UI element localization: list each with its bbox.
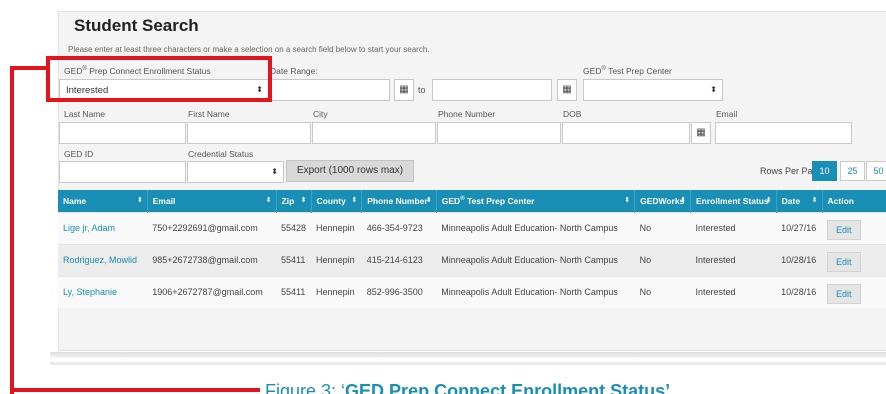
table-row: Ly, Stephanie 1906+2672787@gmail.com 554… <box>58 275 886 308</box>
cell-zip: 55411 <box>276 243 312 276</box>
cell-email: 985+2672738@gmail.com <box>147 243 277 276</box>
email-input[interactable] <box>715 122 852 144</box>
col-email[interactable]: Email ⬍ <box>147 190 277 212</box>
cell-gedworks: No <box>634 211 691 244</box>
dropdown-arrow-icon: ⬍ <box>710 85 717 94</box>
cell-email: 750+2292691@gmail.com <box>147 211 277 244</box>
edit-button[interactable]: Edit <box>827 284 861 305</box>
cell-county: Hennepin <box>311 211 362 244</box>
edit-button[interactable]: Edit <box>827 220 861 240</box>
student-name-link[interactable]: Lige jr, Adam <box>58 211 148 244</box>
cell-action: Edit <box>822 275 886 308</box>
results-table: Name ⬍ Email ⬍ Zip ⬍ County ⬍ Phone Number ⬍ … <box>58 190 886 308</box>
ged-id-input[interactable] <box>59 161 186 183</box>
credential-status-select[interactable]: ⬍ <box>187 161 284 183</box>
sort-icon: ⬍ <box>136 197 143 204</box>
table-row: Lige jr, Adam 750+2292691@gmail.com 5542… <box>58 211 886 244</box>
panel-shadow <box>50 352 886 358</box>
cell-action: Edit <box>822 211 886 244</box>
ged-id-label: GED ID <box>64 149 94 159</box>
export-button[interactable]: Export (1000 rows max) <box>286 160 414 182</box>
date-to-label: to <box>418 85 426 95</box>
panel-shadow-line <box>50 362 886 365</box>
calendar-icon[interactable]: ▦ <box>691 122 711 144</box>
cell-gedworks: No <box>634 243 691 276</box>
callout-line-bottom <box>10 388 260 392</box>
callout-line-top <box>10 66 48 70</box>
first-name-input[interactable] <box>187 122 311 144</box>
col-date[interactable]: Date ⬍ <box>776 190 823 212</box>
phone-number-input[interactable] <box>437 122 561 144</box>
page-size-10[interactable]: 10 <box>812 161 837 181</box>
callout-line-vertical <box>10 66 14 394</box>
cell-phone: 852-996-3500 <box>361 275 437 308</box>
cell-county: Hennepin <box>311 275 362 308</box>
cell-center: Minneapolis Adult Education- North Campu… <box>436 211 635 244</box>
sort-icon: ⬍ <box>425 197 432 204</box>
calendar-icon[interactable]: ▦ <box>394 79 414 101</box>
cell-zip: 55428 <box>276 211 312 244</box>
figure-caption: Figure 3: ‘GED Prep Connect Enrollment S… <box>265 381 671 394</box>
credential-status-label: Credential Status <box>188 149 254 159</box>
col-enrollment-status[interactable]: Enrollment Status ⬍ <box>690 190 777 212</box>
dob-input[interactable] <box>562 122 690 144</box>
student-name-link[interactable]: Rodriguez, Mowlid <box>58 243 148 276</box>
city-input[interactable] <box>312 122 436 144</box>
dob-label: DOB <box>563 109 582 119</box>
dropdown-arrow-icon: ⬍ <box>271 167 278 176</box>
page-size-50[interactable]: 50 <box>866 161 886 181</box>
col-gedworks[interactable]: GEDWorks ⬍ <box>634 190 691 212</box>
cell-zip: 55411 <box>276 275 312 308</box>
col-action: Action <box>822 190 886 212</box>
calendar-icon[interactable]: ▦ <box>557 79 577 101</box>
city-label: City <box>313 109 328 119</box>
date-from-input[interactable] <box>270 79 390 101</box>
cell-gedworks: No <box>634 275 691 308</box>
phone-number-label: Phone Number <box>438 109 496 119</box>
first-name-label: First Name <box>188 109 230 119</box>
cell-phone: 415-214-6123 <box>361 243 437 276</box>
sort-icon: ⬍ <box>265 197 272 204</box>
col-name[interactable]: Name ⬍ <box>58 190 148 212</box>
cell-phone: 466-354-9723 <box>361 211 437 244</box>
student-name-link[interactable]: Ly, Stephanie <box>58 275 148 308</box>
sort-icon: ⬍ <box>765 197 772 204</box>
cell-date: 10/28/16 <box>776 275 823 308</box>
col-phone[interactable]: Phone Number ⬍ <box>361 190 437 212</box>
test-prep-center-select[interactable]: ⬍ <box>583 79 723 101</box>
sort-icon: ⬍ <box>300 197 307 204</box>
cell-status: Interested <box>690 275 777 308</box>
search-hint: Please enter at least three characters o… <box>68 45 430 54</box>
date-range-label: Date Range: <box>270 66 318 76</box>
sort-icon: ⬍ <box>680 197 686 204</box>
page-title: Student Search <box>74 16 199 35</box>
table-row: Rodriguez, Mowlid 985+2672738@gmail.com … <box>58 243 886 276</box>
col-county[interactable]: County ⬍ <box>311 190 363 212</box>
test-prep-center-label: GED® Test Prep Center <box>583 66 672 76</box>
email-label: Email <box>716 109 738 119</box>
col-zip[interactable]: Zip ⬍ <box>276 190 312 212</box>
cell-email: 1906+2672787@gmail.com <box>147 275 277 308</box>
cell-center: Minneapolis Adult Education- North Campu… <box>436 243 635 276</box>
sort-icon: ⬍ <box>624 197 631 204</box>
cell-action: Edit <box>822 243 886 276</box>
cell-status: Interested <box>690 243 777 276</box>
last-name-label: Last Name <box>64 109 106 119</box>
sort-icon: ⬍ <box>351 197 358 204</box>
edit-button[interactable]: Edit <box>827 252 861 272</box>
cell-date: 10/27/16 <box>776 211 823 244</box>
cell-status: Interested <box>690 211 777 244</box>
cell-county: Hennepin <box>311 243 362 276</box>
sort-icon: ⬍ <box>811 197 818 204</box>
cell-center: Minneapolis Adult Education- North Campu… <box>436 275 635 308</box>
col-center[interactable]: GED® Test Prep Center ⬍ <box>436 190 636 212</box>
highlight-box <box>46 56 272 102</box>
date-to-input[interactable] <box>432 79 552 101</box>
last-name-input[interactable] <box>59 122 186 144</box>
page-size-25[interactable]: 25 <box>840 161 865 181</box>
cell-date: 10/28/16 <box>776 243 823 276</box>
